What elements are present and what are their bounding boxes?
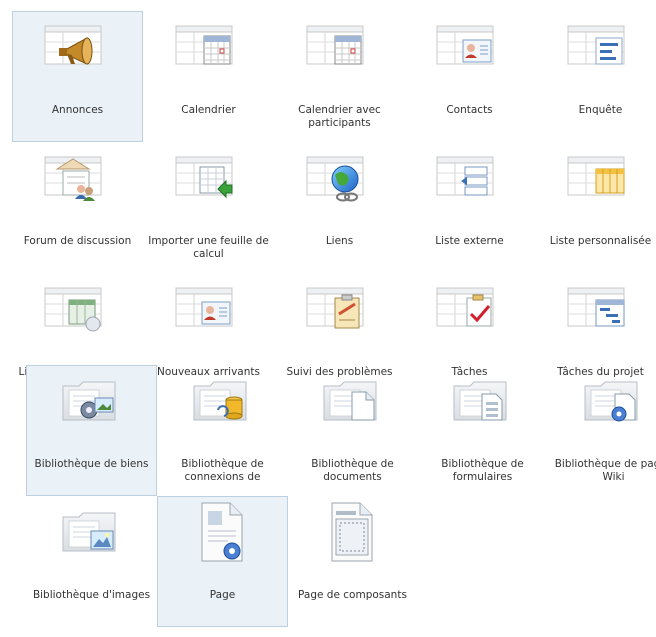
asset-library-icon — [57, 376, 121, 428]
template-tile[interactable]: Bibliothèque de pages Wiki — [548, 365, 656, 496]
template-tile-label: Bibliothèque de connexions de — [181, 458, 264, 483]
template-tile[interactable]: Enquête — [535, 11, 656, 142]
template-tile-label: Page — [209, 589, 236, 601]
template-tile-label: Calendrier avec participants — [298, 104, 381, 129]
page-icon — [188, 501, 252, 565]
template-tile-label: Page de composants — [298, 589, 407, 601]
template-tile-label: Bibliothèque de pages Wiki — [554, 458, 656, 483]
globe-link-icon — [305, 153, 369, 205]
template-tile[interactable]: Liste externe — [404, 142, 535, 273]
template-tile[interactable]: Liens — [274, 142, 405, 273]
template-tile-label: Contacts — [446, 104, 493, 116]
template-tile[interactable]: Bibliothèque d'images — [26, 496, 157, 627]
picture-library-icon — [57, 507, 121, 559]
template-tile[interactable]: Bibliothèque de documents — [287, 365, 418, 496]
template-tile[interactable]: Importer une feuille de calcul — [143, 142, 274, 273]
discussion-icon — [43, 153, 107, 205]
contact-card-icon — [174, 284, 238, 336]
template-tile-label: Forum de discussion — [23, 235, 132, 247]
template-tile-label: Bibliothèque de formulaires — [441, 458, 524, 483]
template-tile-label: Annonces — [51, 104, 104, 116]
template-tile[interactable]: Calendrier — [143, 11, 274, 142]
form-library-icon — [448, 376, 512, 428]
datasheet-icon — [43, 284, 107, 336]
import-spreadsheet-icon — [174, 153, 238, 205]
template-tile-label: Liste personnalisée — [549, 235, 652, 247]
calendar-icon — [305, 22, 369, 74]
template-tile[interactable]: Bibliothèque de connexions de — [157, 365, 288, 496]
template-tile-label: Bibliothèque de biens — [34, 458, 149, 470]
template-tile[interactable]: Calendrier avec participants — [274, 11, 405, 142]
document-library-icon — [318, 376, 382, 428]
template-tile-label: Liste externe — [435, 235, 504, 247]
task-check-icon — [435, 284, 499, 336]
template-tile[interactable]: Forum de discussion — [12, 142, 143, 273]
contact-card-icon — [435, 22, 499, 74]
template-tile-label: Liens — [325, 235, 354, 247]
custom-list-icon — [566, 153, 630, 205]
template-tile-label: Bibliothèque de documents — [311, 458, 394, 483]
template-tile-label: Enquête — [578, 104, 623, 116]
template-tile[interactable]: Page de composants — [287, 496, 418, 627]
template-tile[interactable]: Contacts — [404, 11, 535, 142]
template-tile-label: Calendrier — [181, 104, 236, 116]
wiki-library-icon — [579, 376, 643, 428]
survey-icon — [566, 22, 630, 74]
gantt-icon — [566, 284, 630, 336]
template-tile[interactable]: Liste personnalisée — [535, 142, 656, 273]
template-tile-label: Bibliothèque d'images — [32, 589, 151, 601]
template-tile[interactable]: Bibliothèque de biens — [26, 365, 157, 496]
web-part-page-icon — [318, 501, 382, 565]
template-tile[interactable]: Bibliothèque de formulaires — [417, 365, 548, 496]
megaphone-icon — [43, 22, 107, 74]
template-tile[interactable]: Annonces — [12, 11, 143, 142]
data-connection-icon — [188, 376, 252, 428]
external-list-icon — [435, 153, 499, 205]
template-tile-label: Importer une feuille de calcul — [148, 235, 269, 260]
calendar-icon — [174, 22, 238, 74]
template-tile[interactable]: Page — [157, 496, 288, 627]
clipboard-icon — [305, 284, 369, 336]
